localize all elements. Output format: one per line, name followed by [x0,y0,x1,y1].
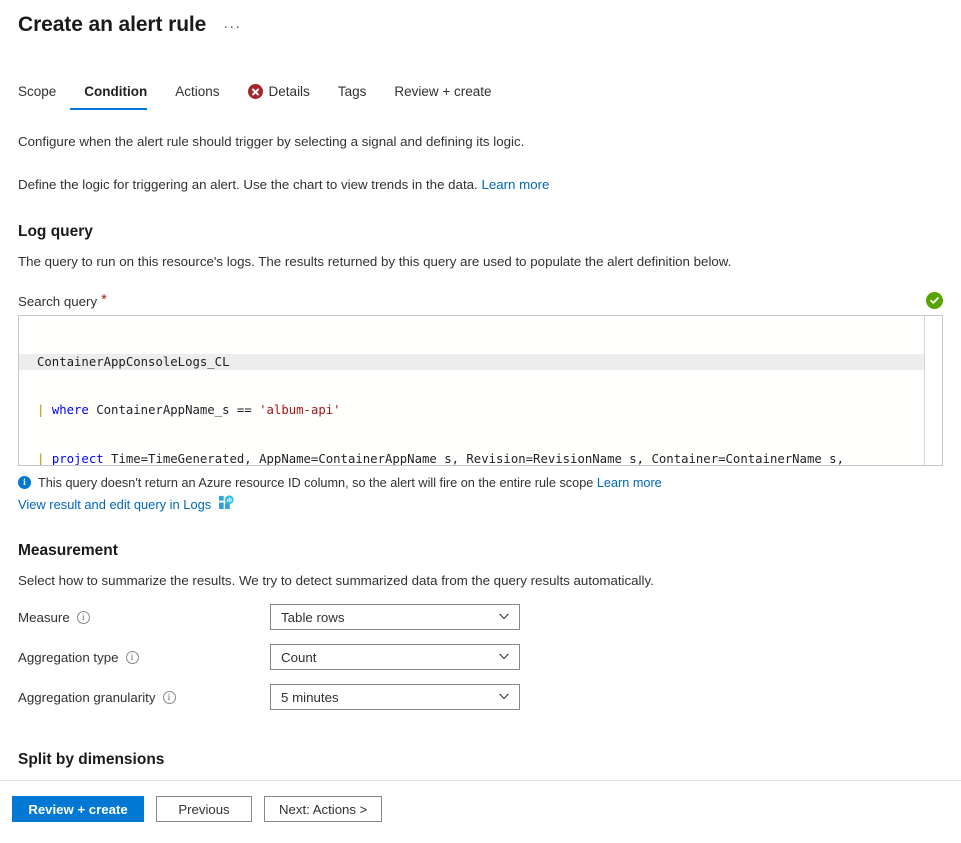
code-keyword-project: project [52,452,104,466]
form-content: Configure when the alert rule should tri… [0,132,961,780]
chevron-down-icon [498,690,510,705]
info-icon-measure[interactable]: i [77,611,90,624]
page-title: Create an alert rule [18,11,206,39]
page-header: Create an alert rule ··· [0,0,961,39]
tab-label: Scope [18,83,56,101]
search-query-editor[interactable]: ContainerAppConsoleLogs_CL | where Conta… [18,315,943,466]
tab-actions[interactable]: Actions [161,83,233,110]
intro-line-1: Configure when the alert rule should tri… [18,132,943,151]
wizard-tabs: Scope Condition Actions Details Tags Rev… [0,81,961,111]
aggregation-type-label: Aggregation type [18,650,119,665]
intro-line-2-text: Define the logic for triggering an alert… [18,177,478,192]
tab-details[interactable]: Details [234,83,324,110]
code-pipe: | [37,402,44,418]
code-line-2: | where ContainerAppName_s == 'album-api… [19,402,942,418]
wizard-footer: Review + create Previous Next: Actions > [0,780,961,843]
chevron-down-icon [498,610,510,625]
intro-line-2: Define the logic for triggering an alert… [18,175,943,194]
tab-label: Actions [175,83,219,101]
aggregation-type-value: Count [281,650,316,665]
aggregation-type-label-group: Aggregation type i [18,650,270,665]
create-alert-rule-page: Create an alert rule ··· Scope Condition… [0,0,961,843]
previous-button[interactable]: Previous [156,796,252,822]
learn-more-link-resource-id[interactable]: Learn more [597,476,662,490]
measure-value: Table rows [281,610,345,625]
form-scroll-area[interactable]: Configure when the alert rule should tri… [0,121,961,780]
measure-label-group: Measure i [18,610,270,625]
valid-check-icon [926,292,943,309]
code-string-literal: 'album-api' [259,403,340,417]
query-info-message: i This query doesn't return an Azure res… [18,474,943,492]
required-asterisk: * [101,294,107,305]
search-query-label-row: Search query * [18,294,943,309]
tab-tags[interactable]: Tags [324,83,381,110]
aggregation-granularity-row: Aggregation granularity i 5 minutes [18,684,943,710]
code-text: ContainerAppName_s == [89,403,259,417]
measure-label: Measure [18,610,70,625]
tab-condition[interactable]: Condition [70,83,161,110]
tab-review-create[interactable]: Review + create [380,83,505,110]
next-actions-button[interactable]: Next: Actions > [264,796,382,822]
measure-dropdown[interactable]: Table rows [270,604,520,630]
code-text: Time=TimeGenerated, AppName=ContainerApp… [104,452,844,466]
measurement-description: Select how to summarize the results. We … [18,571,943,590]
more-options-icon[interactable]: ··· [220,20,244,34]
tab-label: Details [269,83,310,101]
aggregation-granularity-dropdown[interactable]: 5 minutes [270,684,520,710]
log-query-heading: Log query [18,221,943,243]
tab-label: Review + create [394,83,491,101]
aggregation-granularity-label-group: Aggregation granularity i [18,690,270,705]
query-info-text: This query doesn't return an Azure resou… [38,474,662,492]
code-pipe: | [37,451,44,466]
view-result-edit-query-in-logs-link[interactable]: View result and edit query in Logs [18,497,211,512]
info-circle-icon: i [18,476,31,489]
learn-more-link-logic[interactable]: Learn more [481,177,549,192]
footer-buttons: Review + create Previous Next: Actions > [0,781,961,822]
logs-analytics-icon[interactable] [219,495,234,513]
measure-row: Measure i Table rows [18,604,943,630]
info-icon-aggregation-type[interactable]: i [126,651,139,664]
view-in-logs-row: View result and edit query in Logs [18,495,943,513]
code-keyword-where: where [52,403,89,417]
tab-label: Tags [338,83,367,101]
aggregation-granularity-label: Aggregation granularity [18,690,156,705]
log-query-description: The query to run on this resource's logs… [18,252,943,271]
split-by-dimensions-heading: Split by dimensions [18,749,943,771]
code-table-name: ContainerAppConsoleLogs_CL [37,355,230,369]
query-code[interactable]: ContainerAppConsoleLogs_CL | where Conta… [19,316,942,466]
chevron-down-icon [498,650,510,665]
aggregation-type-row: Aggregation type i Count [18,644,943,670]
info-icon-aggregation-granularity[interactable]: i [163,691,176,704]
tab-label: Condition [84,83,147,101]
measurement-heading: Measurement [18,540,943,562]
review-create-button[interactable]: Review + create [12,796,144,822]
aggregation-type-dropdown[interactable]: Count [270,644,520,670]
aggregation-granularity-value: 5 minutes [281,690,339,705]
code-line-3: | project Time=TimeGenerated, AppName=Co… [19,451,942,466]
code-line-1: ContainerAppConsoleLogs_CL [19,354,942,370]
editor-scrollbar[interactable] [925,316,942,465]
search-query-label: Search query [18,294,97,309]
error-circle-icon [248,84,263,99]
query-info-message-text: This query doesn't return an Azure resou… [38,476,593,490]
tab-scope[interactable]: Scope [18,83,70,110]
